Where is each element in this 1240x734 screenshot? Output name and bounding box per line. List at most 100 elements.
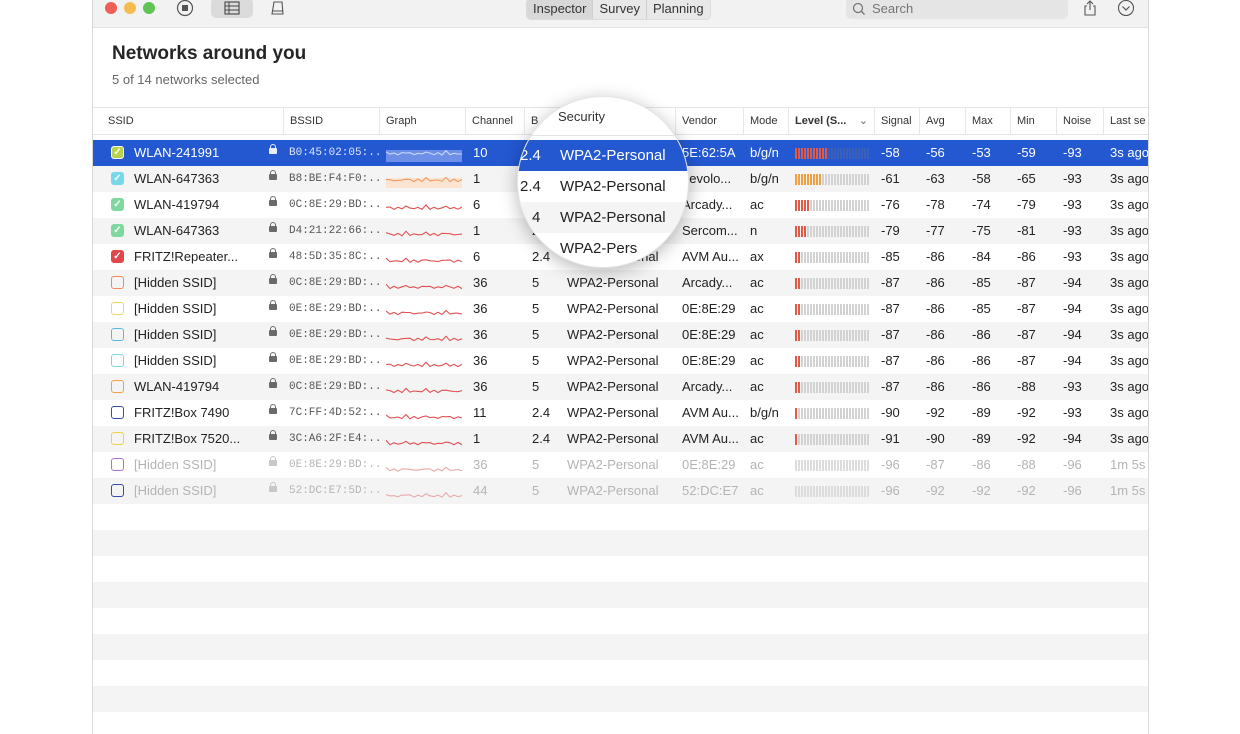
tab-survey[interactable]: Survey	[593, 0, 647, 19]
network-checkbox[interactable]	[111, 328, 124, 341]
min-cell: -81	[1017, 223, 1036, 238]
level-bar	[816, 408, 818, 419]
column-header-level[interactable]: Level (S... ⌄	[788, 108, 874, 134]
level-bar	[864, 382, 866, 393]
level-bar	[864, 330, 866, 341]
network-checkbox[interactable]: ✓	[111, 146, 124, 159]
level-bar	[801, 408, 803, 419]
column-header-signal[interactable]: Signal	[874, 108, 919, 134]
more-options-button[interactable]	[1114, 0, 1138, 18]
noise-cell: -94	[1063, 275, 1082, 290]
search-input[interactable]	[870, 0, 1064, 17]
column-header-mode[interactable]: Mode	[743, 108, 788, 134]
table-row[interactable]: [Hidden SSID] 52:DC:E7:5D:... 44 5 WPA2-Pers…	[93, 478, 1148, 504]
table-row[interactable]: [Hidden SSID] 0E:8E:29:BD:... 36 5 WPA2-Pers…	[93, 348, 1148, 374]
minimize-window-button[interactable]	[124, 2, 136, 14]
table-row[interactable]: [Hidden SSID] 0C:8E:29:BD:... 36 5 WPA2-Pers…	[93, 270, 1148, 296]
share-button[interactable]	[1078, 0, 1102, 18]
level-bar	[861, 408, 863, 419]
level-bar	[825, 226, 827, 237]
level-bar	[840, 330, 842, 341]
column-header-last-seen[interactable]: Last se	[1103, 108, 1148, 134]
network-checkbox[interactable]: ✓	[111, 172, 124, 185]
network-checkbox[interactable]	[111, 432, 124, 445]
level-bar	[810, 252, 812, 263]
magnifier-row: 4 WPA2-Personal	[518, 202, 688, 233]
level-bar	[849, 252, 851, 263]
mode-cell: ac	[750, 301, 764, 316]
level-bar	[804, 408, 806, 419]
level-bar	[828, 382, 830, 393]
level-bar	[846, 356, 848, 367]
network-checkbox[interactable]	[111, 302, 124, 315]
search-icon	[852, 2, 865, 15]
network-checkbox[interactable]	[111, 354, 124, 367]
level-bar	[867, 252, 869, 263]
level-bar	[843, 460, 845, 471]
network-checkbox[interactable]	[111, 484, 124, 497]
level-bar	[867, 174, 869, 185]
level-bar	[834, 200, 836, 211]
channel-cell: 10	[473, 145, 488, 160]
level-bar	[807, 174, 809, 185]
signal-graph	[386, 413, 462, 420]
column-header-noise[interactable]: Noise	[1056, 108, 1103, 134]
network-checkbox[interactable]: ✓	[111, 224, 124, 237]
network-checkbox[interactable]	[111, 458, 124, 471]
level-bar	[795, 408, 797, 419]
level-bar	[858, 252, 860, 263]
level-bar	[867, 278, 869, 289]
table-row[interactable]: FRITZ!Box 7490 7C:FF:4D:52:... 11 2.4 WPA2-P…	[93, 400, 1148, 426]
close-window-button[interactable]	[105, 2, 117, 14]
column-header-avg[interactable]: Avg	[919, 108, 965, 134]
network-checkbox[interactable]: ✓	[111, 250, 124, 263]
search-field[interactable]	[846, 0, 1068, 19]
column-header-min[interactable]: Min	[1010, 108, 1056, 134]
table-row[interactable]: [Hidden SSID] 0E:8E:29:BD:... 36 5 WPA2-Pers…	[93, 452, 1148, 478]
level-bar	[840, 356, 842, 367]
level-bar	[861, 174, 863, 185]
level-bar	[846, 460, 848, 471]
zoom-window-button[interactable]	[143, 2, 155, 14]
column-header-channel[interactable]: Channel	[465, 108, 524, 134]
tab-inspector[interactable]: Inspector	[527, 0, 594, 19]
max-cell: -89	[972, 431, 991, 446]
level-bar	[834, 460, 836, 471]
mode-cell: ac	[750, 275, 764, 290]
level-bar	[822, 278, 824, 289]
column-header-graph[interactable]: Graph	[379, 108, 465, 134]
signal-graph	[386, 230, 462, 237]
network-checkbox[interactable]	[111, 406, 124, 419]
column-header-max[interactable]: Max	[965, 108, 1010, 134]
level-bar	[852, 382, 854, 393]
chevron-down-circle-icon	[1117, 0, 1135, 17]
stop-scan-button[interactable]	[171, 0, 199, 18]
mode-cell: n	[750, 223, 758, 238]
level-bar	[795, 174, 797, 185]
network-checkbox[interactable]: ✓	[111, 198, 124, 211]
map-view-button[interactable]	[263, 0, 291, 18]
level-bar	[813, 330, 815, 341]
table-row[interactable]: [Hidden SSID] 0E:8E:29:BD:... 36 5 WPA2-Pers…	[93, 322, 1148, 348]
table-row[interactable]: FRITZ!Box 7520... 3C:A6:2F:E4:... 1 2.4 WPA2…	[93, 426, 1148, 452]
magnifier-band: 2.4	[520, 147, 541, 164]
table-row[interactable]: WLAN-419794 0C:8E:29:BD:... 36 5 WPA2-Person…	[93, 374, 1148, 400]
level-bar	[813, 382, 815, 393]
column-header-bssid[interactable]: BSSID	[283, 108, 379, 134]
network-checkbox[interactable]	[111, 380, 124, 393]
signal-cell: -87	[881, 379, 900, 394]
table-view-button[interactable]	[211, 0, 253, 18]
tab-planning[interactable]: Planning	[647, 0, 710, 19]
level-bar	[807, 148, 809, 159]
bssid-cell: 0E:8E:29:BD:...	[289, 329, 379, 341]
table-row[interactable]: [Hidden SSID] 0E:8E:29:BD:... 36 5 WPA2-Pers…	[93, 296, 1148, 322]
level-bar	[807, 486, 809, 497]
column-header-ssid[interactable]: SSID	[102, 108, 283, 134]
level-bar	[846, 226, 848, 237]
band-cell: 5	[532, 275, 540, 290]
level-bar	[822, 226, 824, 237]
network-checkbox[interactable]	[111, 276, 124, 289]
level-bar	[858, 382, 860, 393]
level-bar	[813, 434, 815, 445]
level-bar	[822, 174, 824, 185]
